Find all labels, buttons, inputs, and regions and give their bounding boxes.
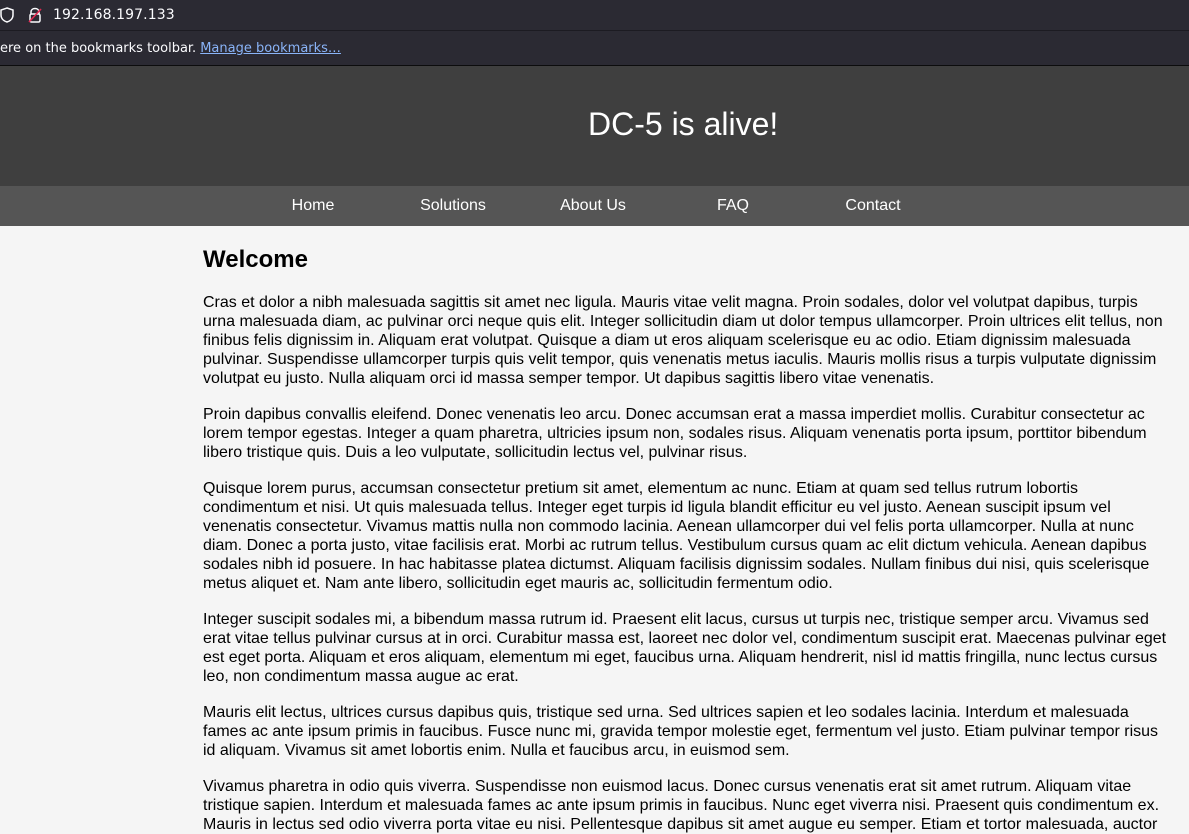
- bookmarks-toolbar: ere on the bookmarks toolbar. Manage boo…: [0, 31, 1189, 66]
- nav-item-solutions[interactable]: Solutions: [383, 186, 523, 226]
- content-paragraph: Cras et dolor a nibh malesuada sagittis …: [203, 294, 1163, 387]
- content-paragraph: Proin dapibus convallis eleifend. Donec …: [203, 406, 1147, 461]
- content-paragraph: Mauris elit lectus, ultrices cursus dapi…: [203, 704, 1159, 759]
- content-paragraph: Integer suscipit sodales mi, a bibendum …: [203, 611, 1167, 685]
- browser-url-bar[interactable]: 192.168.197.133: [0, 0, 1189, 31]
- site-title: DC-5 is alive!: [588, 106, 779, 142]
- nav-item-faq[interactable]: FAQ: [663, 186, 803, 226]
- content-paragraph: Quisque lorem purus, accumsan consectetu…: [203, 480, 1150, 592]
- nav-item-about-us[interactable]: About Us: [523, 186, 663, 226]
- nav-item-home[interactable]: Home: [243, 186, 383, 226]
- manage-bookmarks-link[interactable]: Manage bookmarks…: [200, 41, 341, 56]
- url-text[interactable]: 192.168.197.133: [53, 7, 175, 23]
- insecure-lock-icon[interactable]: [27, 7, 43, 23]
- nav-item-contact[interactable]: Contact: [803, 186, 943, 226]
- page-heading: Welcome: [203, 246, 308, 273]
- bookmarks-toolbar-message: ere on the bookmarks toolbar.: [0, 40, 197, 56]
- site-header: DC-5 is alive!: [0, 66, 1189, 186]
- main-nav: Home Solutions About Us FAQ Contact: [0, 186, 1189, 226]
- content-paragraph: Vivamus pharetra in odio quis viverra. S…: [203, 778, 1160, 833]
- main-content: Welcome Cras et dolor a nibh malesuada s…: [203, 226, 1168, 834]
- shield-icon[interactable]: [0, 7, 14, 23]
